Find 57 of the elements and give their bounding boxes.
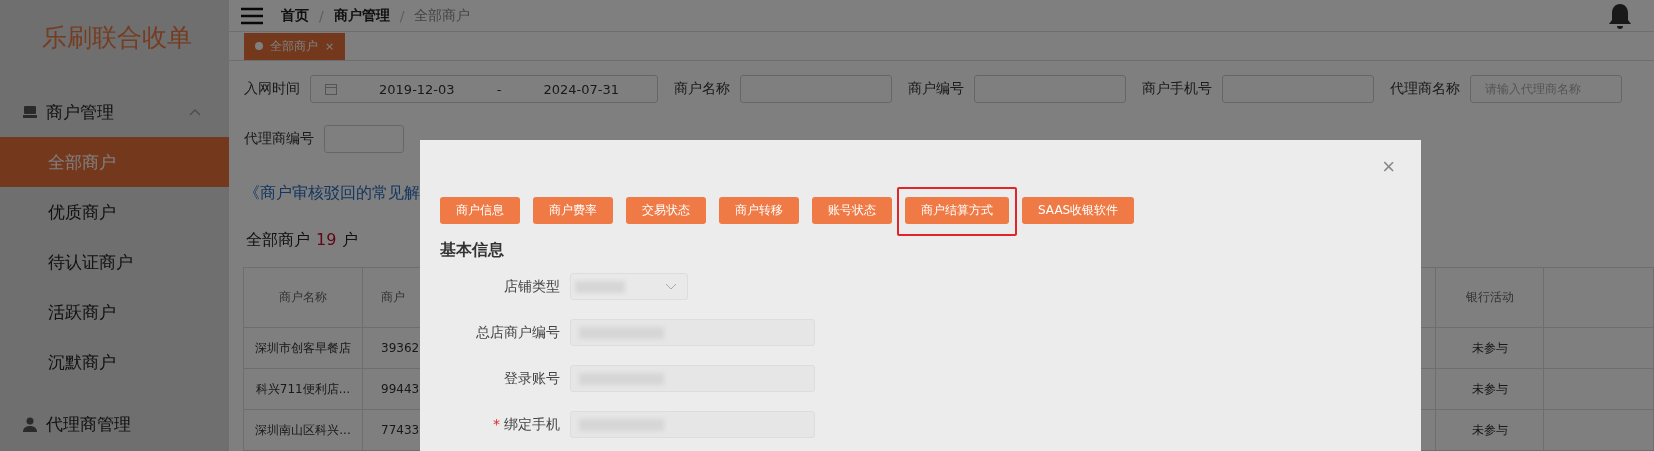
menu-item[interactable]: 待认证商户 (0, 237, 229, 287)
dialog-tab-button[interactable]: 商户结算方式 (905, 197, 1009, 224)
merchant-count: 全部商户 19 户 (246, 230, 359, 251)
breadcrumb-separator: / (399, 7, 405, 24)
date-range-field[interactable]: 2019-12-03 - 2024-07-31 (310, 75, 658, 103)
table-cell: 科兴711便利店... (244, 369, 363, 410)
calendar-icon (325, 83, 337, 95)
dialog-tab-button[interactable]: SAAS收银软件 (1022, 197, 1135, 224)
filter-label: 入网时间 (244, 80, 300, 98)
table-cell: 未参与 (1436, 410, 1544, 451)
dialog-tab-button[interactable]: 商户转移 (719, 197, 799, 224)
filter-label: 代理商编号 (244, 130, 314, 148)
table-cell: 未参与 (1436, 369, 1544, 410)
store-icon (22, 104, 38, 120)
breadcrumb-link[interactable]: 商户管理 (333, 6, 390, 25)
menu-group[interactable]: 商户管理 (0, 87, 229, 137)
menu-group-label: 代理商管理 (46, 412, 132, 436)
dialog-tab-button[interactable]: 账号状态 (812, 197, 892, 224)
field-label: 店铺类型 (503, 277, 560, 296)
column-header: 银行活动 (1436, 268, 1544, 328)
column-header: 商户名称 (244, 268, 363, 328)
menu-group[interactable]: 代理商管理 (0, 399, 229, 449)
app-logo: 乐刷联合收单 (41, 22, 193, 54)
field-label: * 绑定手机 (492, 415, 560, 434)
select-field[interactable] (570, 273, 688, 300)
table-cell: 深圳南山区科兴... (244, 410, 363, 451)
breadcrumb-link[interactable]: 首页 (281, 6, 309, 25)
dialog-tab-button[interactable]: 商户费率 (533, 197, 613, 224)
input-field[interactable] (324, 125, 404, 153)
filter-label: 商户手机号 (1142, 80, 1212, 98)
menu-item[interactable]: 活跃商户 (0, 287, 229, 337)
menu-item[interactable]: 沉默商户 (0, 337, 229, 387)
input-field[interactable] (974, 75, 1126, 103)
close-button[interactable]: × (1382, 154, 1395, 180)
breadcrumb-separator: / (319, 7, 324, 24)
menu-item[interactable]: 优质商户 (0, 187, 229, 237)
menu-item[interactable]: 全部商户 (0, 137, 229, 187)
input-field[interactable] (1222, 75, 1374, 103)
bell-icon[interactable] (1606, 1, 1634, 30)
chevron-icon (189, 108, 201, 116)
dialog-tab-button[interactable]: 商户信息 (440, 197, 520, 224)
table-cell: 未参与 (1436, 328, 1544, 369)
chevron-icon (665, 283, 677, 290)
menu-icon[interactable] (241, 6, 263, 25)
input-field[interactable] (740, 75, 892, 103)
section-title: 基本信息 (440, 240, 505, 261)
dialog-tab-button[interactable]: 交易状态 (626, 197, 706, 224)
table-cell: 深圳市创客早餐店 (244, 328, 363, 369)
menu-group-label: 商户管理 (46, 100, 115, 124)
faq-link[interactable]: 《商户审核驳回的常见解 (244, 183, 420, 204)
field-label: 登录账号 (503, 369, 560, 388)
filter-label: 代理商名称 (1390, 80, 1460, 98)
filter-label: 商户编号 (908, 80, 964, 98)
page-tab[interactable]: 全部商户 × (244, 32, 346, 60)
field-label: 总店商户编号 (475, 323, 560, 342)
person-icon (22, 416, 38, 432)
filter-label: 商户名称 (674, 80, 730, 98)
